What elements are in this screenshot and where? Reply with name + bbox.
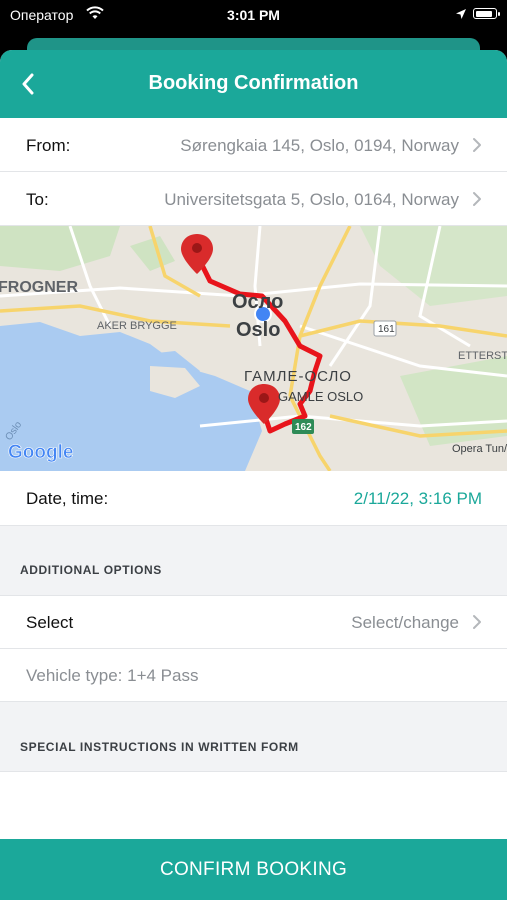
from-row[interactable]: From: Sørengkaia 145, Oslo, 0194, Norway	[0, 118, 507, 172]
map-label-ettersta: ETTERSTA	[458, 350, 507, 362]
map-label-frogner: FROGNER	[0, 279, 78, 296]
map-label-gamle-oslo: GAMLE OSLO	[278, 389, 363, 404]
map-label-road-162: 162	[295, 422, 312, 433]
to-label: To:	[26, 190, 49, 209]
location-arrow-icon	[455, 7, 467, 23]
chevron-right-icon	[473, 615, 481, 629]
datetime-label: Date, time:	[26, 489, 109, 508]
map-label-gamle-oslo-cyrillic: ГАМЛЕ-ОСЛО	[244, 368, 352, 385]
page-title: Booking Confirmation	[148, 72, 359, 94]
datetime-value: 2/11/22, 3:16 PM	[353, 489, 482, 508]
status-bar: Оператор 3:01 PM	[0, 0, 507, 30]
map-label-opera: Opera Tun/	[452, 443, 507, 455]
additional-options-header: ADDITIONAL OPTIONS	[20, 563, 162, 577]
vehicle-type-text: Vehicle type: 1+4 Pass	[26, 666, 199, 685]
from-label: From:	[26, 136, 71, 155]
map-label-aker-brygge: AKER BRYGGE	[97, 320, 177, 332]
from-address: Sørengkaia 145, Oslo, 0194, Norway	[180, 136, 459, 155]
battery-icon	[473, 8, 500, 19]
status-time: 3:01 PM	[227, 7, 280, 23]
google-logo: Google	[8, 442, 73, 463]
special-instructions-input[interactable]	[0, 771, 507, 839]
map-label-oslo-cyrillic: Осло	[232, 291, 283, 313]
to-address: Universitetsgata 5, Oslo, 0164, Norway	[164, 190, 459, 209]
datetime-row[interactable]: Date, time: 2/11/22, 3:16 PM	[0, 471, 507, 526]
vehicle-type-row: Vehicle type: 1+4 Pass	[0, 649, 507, 702]
select-label: Select	[26, 613, 74, 632]
chevron-right-icon	[473, 138, 481, 152]
route-map[interactable]: FROGNER Осло Oslo AKER BRYGGE ГАМЛЕ-ОСЛО…	[0, 226, 507, 471]
battery-level	[475, 10, 492, 17]
map-label-oslo: Oslo	[236, 319, 280, 341]
map-canvas: FROGNER Осло Oslo AKER BRYGGE ГАМЛЕ-ОСЛО…	[0, 226, 507, 471]
booking-confirmation-sheet: Booking Confirmation From: Sørengkaia 14…	[0, 50, 507, 900]
map-label-road-161: 161	[378, 324, 395, 335]
navigation-bar: Booking Confirmation	[0, 50, 507, 118]
special-instructions-header: SPECIAL INSTRUCTIONS IN WRITTEN FORM	[20, 740, 299, 754]
to-row[interactable]: To: Universitetsgata 5, Oslo, 0164, Norw…	[0, 172, 507, 226]
confirm-booking-button[interactable]: CONFIRM BOOKING	[0, 839, 507, 900]
options-select-row[interactable]: Select Select/change	[0, 595, 507, 649]
select-value: Select/change	[351, 613, 459, 632]
chevron-right-icon	[473, 192, 481, 206]
